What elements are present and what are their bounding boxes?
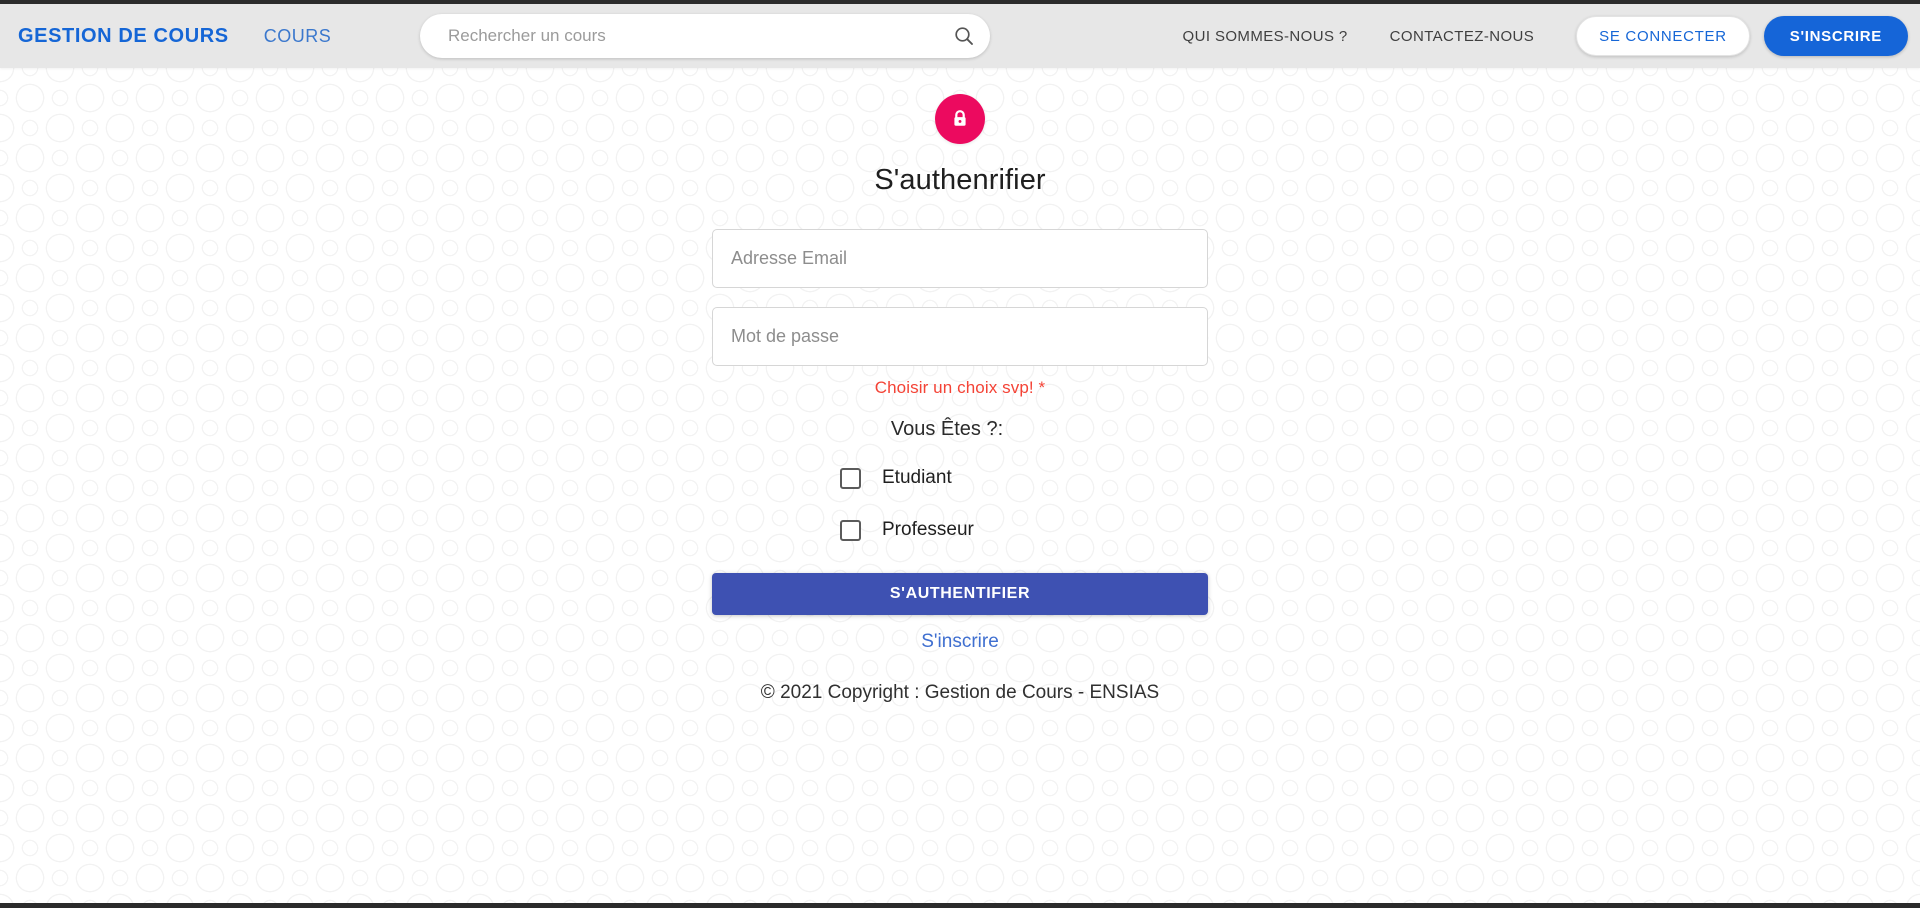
site-header: GESTION DE COURS COURS QUI SOMMES-NOUS ?… [0,4,1920,68]
nav-item-about[interactable]: QUI SOMMES-NOUS ? [1183,28,1348,45]
role-option-label: Etudiant [882,467,952,488]
lock-icon [954,110,966,126]
role-question-label: Vous Êtes ?: [890,418,1004,440]
role-option-label: Professeur [882,519,974,540]
role-option-professeur[interactable]: Professeur [840,515,1208,545]
top-accent-bar [0,0,1920,4]
checkbox-unchecked-icon[interactable] [840,467,861,489]
authenticate-button[interactable]: S'AUTHENTIFIER [712,573,1208,615]
validation-error: Choisir un choix svp! * [874,378,1046,397]
checkbox-unchecked-icon[interactable] [840,519,861,541]
page-title: S'authenrifier [874,164,1046,196]
password-field[interactable] [712,307,1208,366]
auth-content: S'authenrifier Choisir un choix svp! * V… [0,68,1920,704]
copyright-text: © 2021 Copyright : Gestion de Cours - EN… [760,682,1160,703]
role-choice-group: Etudiant Professeur [712,463,1208,545]
bottom-accent-bar [0,903,1920,908]
search-input[interactable] [420,26,938,46]
search-bar [420,14,990,58]
signup-button[interactable]: S'INSCRIRE [1763,16,1908,56]
search-button[interactable] [938,14,990,58]
email-field[interactable] [712,229,1208,288]
signup-link[interactable]: S'inscrire [712,631,1208,653]
role-option-etudiant[interactable]: Etudiant [840,463,1208,493]
nav-item-cours[interactable]: COURS [264,26,332,47]
lock-badge [935,94,985,144]
login-button[interactable]: SE CONNECTER [1576,16,1750,56]
nav-item-contact[interactable]: CONTACTEZ-NOUS [1390,28,1534,45]
login-form: Choisir un choix svp! * Vous Êtes ?: Etu… [712,229,1208,704]
brand-logo[interactable]: GESTION DE COURS [18,25,229,48]
header-actions: QUI SOMMES-NOUS ? CONTACTEZ-NOUS SE CONN… [1183,4,1908,68]
page-background: S'authenrifier Choisir un choix svp! * V… [0,68,1920,903]
search-icon [955,27,973,45]
